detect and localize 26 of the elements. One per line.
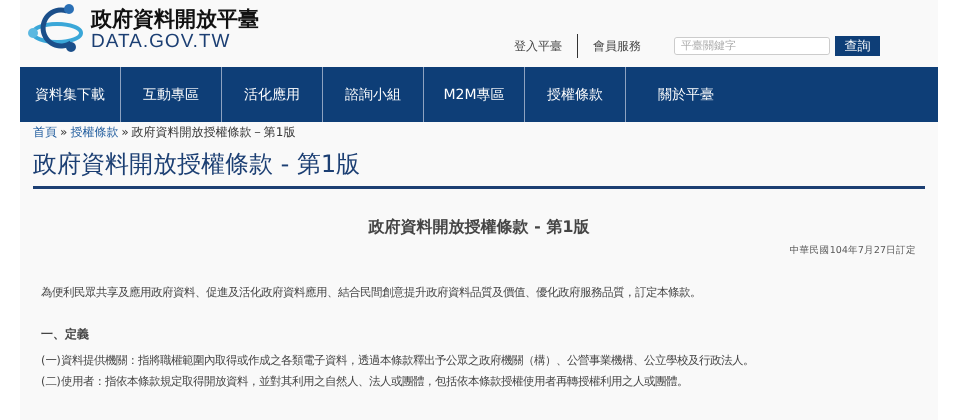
nav-item[interactable]: 資料集下載: [20, 67, 121, 122]
top-link[interactable]: 登入平臺: [499, 38, 577, 54]
nav-item[interactable]: M2M專區: [424, 67, 525, 122]
logo-icon: [27, 3, 83, 55]
search-button[interactable]: 查詢: [835, 36, 880, 56]
page-title: 政府資料開放授權條款 - 第1版: [33, 148, 925, 189]
definition-item: (一)資料提供機關：指將職權範圍內取得或作成之各類電子資料，透過本條款釋出予公眾之政府機關（構）、公營事業機構、公立學校及行政法人。: [41, 353, 755, 368]
breadcrumb-separator: »: [60, 125, 68, 139]
document-date: 中華民國104年7月27日訂定: [788, 244, 917, 257]
document-title: 政府資料開放授權條款 - 第1版: [367, 217, 590, 238]
site-subtitle: DATA.GOV.TW: [91, 32, 232, 52]
definition-item: (二)使用者：指依本條款規定取得開放資料，並對其利用之自然人、法人或團體，包括依本條款授權使用者再轉授權利用之人或團體。: [41, 374, 689, 389]
breadcrumb-separator: »: [121, 125, 129, 139]
breadcrumb-link[interactable]: 首頁: [33, 124, 57, 140]
breadcrumb-current: 政府資料開放授權條款－第1版: [132, 124, 296, 140]
breadcrumb-link[interactable]: 授權條款: [70, 124, 118, 140]
nav-item[interactable]: 互動專區: [121, 67, 222, 122]
section-heading: 一、定義: [41, 326, 90, 343]
nav-item[interactable]: 授權條款: [525, 67, 626, 122]
top-link[interactable]: 會員服務: [578, 38, 656, 54]
nav-item[interactable]: 活化應用: [222, 67, 323, 122]
intro-paragraph: 為便利民眾共享及應用政府資料、促進及活化政府資料應用、結合民間創意提升政府資料品質及價值、優化政府服務品質，訂定本條款。: [41, 285, 702, 300]
site-title: 政府資料開放平臺: [91, 6, 259, 32]
nav-item[interactable]: 關於平臺: [626, 67, 746, 122]
search-field[interactable]: 平臺關鍵字: [674, 37, 830, 55]
nav-item[interactable]: 諮詢小組: [323, 67, 424, 122]
